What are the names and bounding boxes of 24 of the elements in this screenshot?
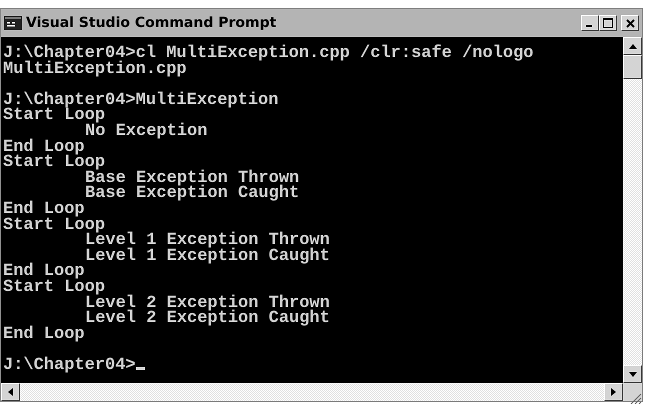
right-arrow-icon — [611, 388, 616, 396]
console-icon — [4, 16, 22, 30]
scroll-thumb[interactable] — [623, 55, 642, 79]
close-icon — [626, 18, 634, 28]
console-line: No Exception — [85, 122, 208, 141]
console-line: End Loop — [3, 200, 85, 219]
text-cursor — [136, 366, 145, 370]
maximize-button[interactable] — [599, 15, 617, 31]
minimize-button[interactable] — [581, 15, 599, 31]
down-arrow-icon — [628, 372, 636, 376]
console-line: Level 1 Exception Caught — [85, 246, 330, 266]
window-title: Visual Studio Command Prompt — [26, 14, 278, 32]
console-line: End Loop — [3, 324, 85, 344]
console-line: Level 2 Exception Caught — [85, 309, 330, 328]
maximize-icon — [603, 18, 613, 28]
up-arrow-icon — [628, 44, 636, 48]
vertical-scrollbar[interactable] — [623, 37, 642, 383]
left-arrow-icon — [8, 388, 13, 396]
console-line: MultiException.cpp — [3, 60, 187, 79]
console-line: Start Loop — [3, 278, 106, 297]
horizontal-scrollbar[interactable] — [20, 383, 604, 401]
command-prompt: J:\Chapter04> — [3, 356, 136, 375]
close-button[interactable] — [621, 15, 639, 31]
console-line: Base Exception Caught — [85, 184, 300, 204]
